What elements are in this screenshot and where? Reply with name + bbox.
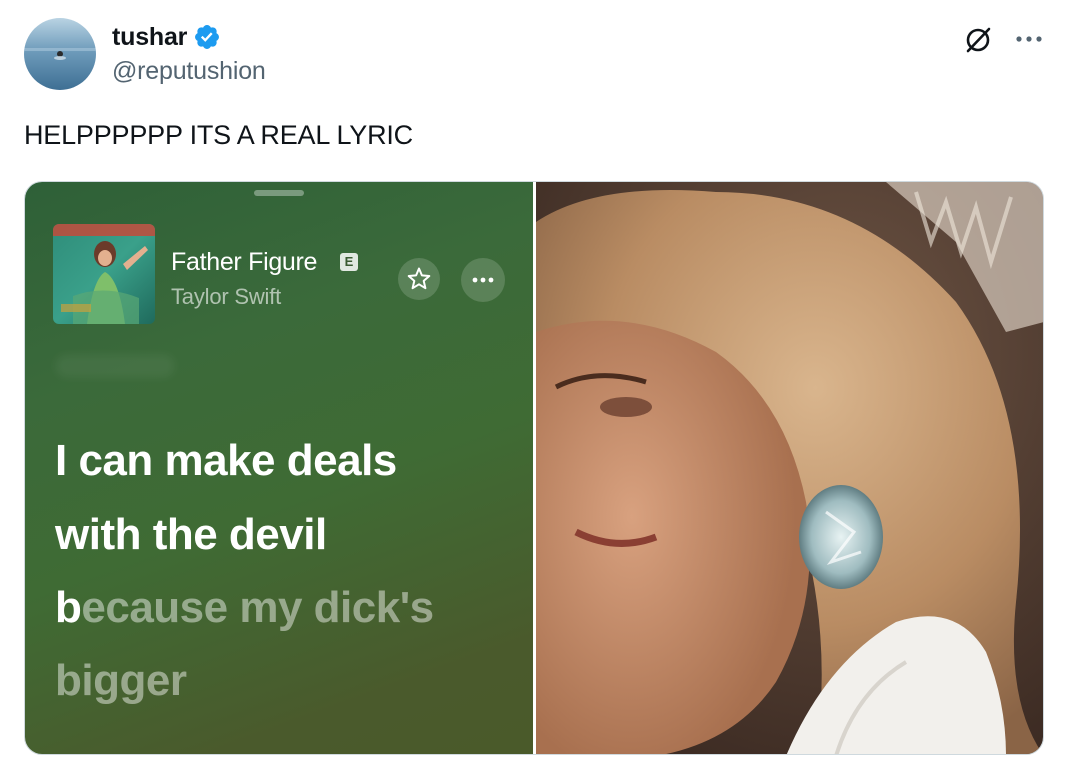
- song-artist: Taylor Swift: [171, 284, 282, 309]
- ellipsis-icon: [472, 277, 494, 283]
- album-art: [53, 224, 155, 324]
- song-title: Father Figure: [171, 248, 318, 276]
- grok-icon[interactable]: [962, 24, 994, 56]
- reaction-photo: [536, 182, 1043, 754]
- lyric-line-next-1-rest: ecause my dick's: [81, 583, 434, 632]
- verified-badge-icon[interactable]: [193, 23, 221, 51]
- previous-lyric-faded: [55, 354, 175, 378]
- lyric-highlighted-letter: b: [55, 583, 82, 632]
- reaction-image[interactable]: [536, 182, 1043, 754]
- tweet-text: HELPPPPPP ITS A REAL LYRIC: [24, 120, 413, 150]
- lyric-line-active-2: with the devil: [55, 510, 327, 559]
- lyric-line-next-2: bigger: [55, 656, 187, 705]
- avatar[interactable]: [24, 18, 96, 90]
- more-icon[interactable]: [1014, 32, 1044, 46]
- lyric-line-next-1: because my dick's: [55, 583, 434, 633]
- star-icon: [407, 267, 431, 290]
- sheet-grabber-handle: [254, 190, 304, 196]
- favorite-button[interactable]: [398, 258, 440, 300]
- music-screenshot-image[interactable]: Father Figure E Taylor Swift I can make …: [25, 182, 533, 754]
- explicit-badge: E: [340, 253, 358, 271]
- author-handle[interactable]: @reputushion: [112, 57, 266, 86]
- lyric-line-active-1: I can make deals: [55, 436, 397, 485]
- tweet-header: tushar @reputushion: [24, 18, 1044, 94]
- tweet-media-grid[interactable]: Father Figure E Taylor Swift I can make …: [24, 181, 1044, 755]
- author-display-name[interactable]: tushar: [112, 23, 187, 52]
- song-more-button[interactable]: [461, 258, 505, 302]
